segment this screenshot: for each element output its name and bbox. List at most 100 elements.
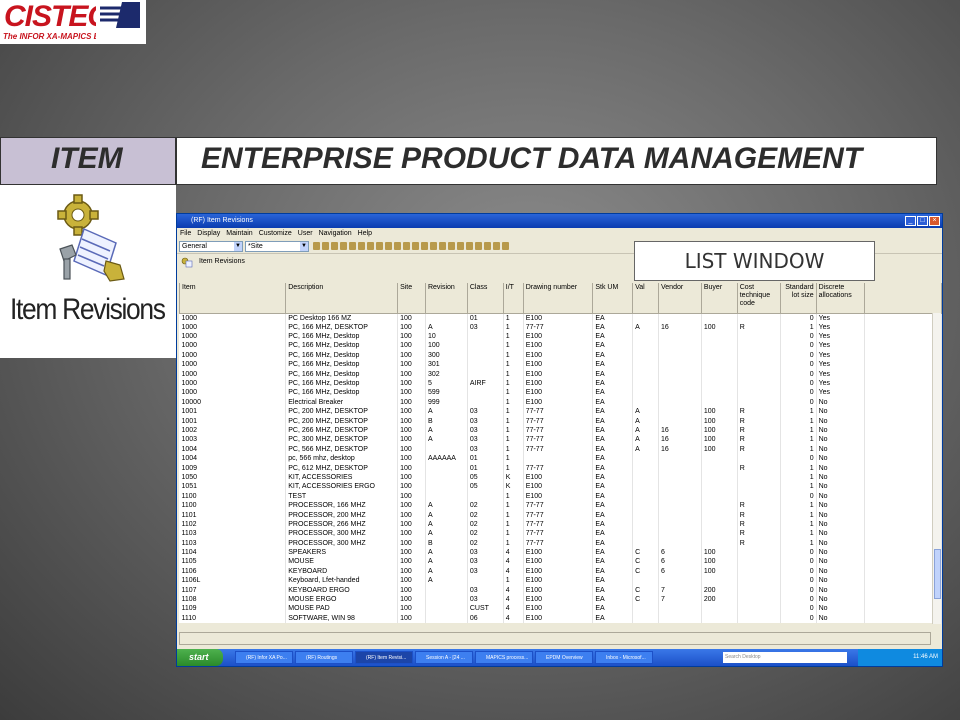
table-row[interactable]: 1002 PC, 266 MHZ, DESKTOP 100 A 03 1 77-77 EA A 1… [179,425,943,436]
window-titlebar[interactable]: (RF) Item Revisions _ □ × [177,214,942,228]
menu-customize[interactable]: Customize [259,228,292,239]
column-header[interactable]: I/T [502,283,524,314]
table-row[interactable]: 1100 TEST 100 1 E100 EA 0 No [179,491,943,501]
table-row[interactable]: 1000 PC, 166 MHz, Desktop 100 301 1 E100 EA 0 Ye… [179,360,943,370]
site-select[interactable]: *Site ▼ [245,241,309,252]
delete-icon[interactable] [385,242,392,250]
find-icon[interactable] [313,242,320,250]
settings-icon[interactable] [475,242,482,250]
menu-file[interactable]: File [180,228,191,239]
check-icon[interactable] [493,242,500,250]
menu-display[interactable]: Display [197,228,220,239]
column-header[interactable]: Standard lot size [779,283,817,314]
column-header[interactable]: Site [397,283,426,314]
sort-icon[interactable] [331,242,338,250]
new-icon[interactable] [358,242,365,250]
column-header[interactable]: Revision [424,283,468,314]
table-row[interactable]: 1103 PROCESSOR, 300 MHZ 100 B 02 1 77-77 EA R 1 No [179,538,943,548]
chevron-down-icon[interactable]: ▼ [300,242,308,251]
column-header[interactable]: Item [178,283,287,314]
route-icon[interactable] [457,242,464,250]
table-row[interactable]: 1109 MOUSE PAD 100 CUST 4 E100 EA 0 No [179,604,943,614]
table-row[interactable]: 1105 MOUSE 100 A 03 4 E100 EA C 6 100 0 No [179,557,943,567]
table-cell: 02 [467,538,504,548]
flag-icon[interactable] [439,242,446,250]
table-row[interactable]: 1000 PC, 166 MHz, Desktop 100 300 1 E100 EA 0 Ye… [179,350,943,361]
column-header[interactable]: Val [632,283,659,314]
table-row[interactable]: 1000 PC, 166 MHz, Desktop 100 5 AIRF 1 E100 EA 0… [179,378,943,389]
table-row[interactable]: 1106L Keyboard, Lfet-handed 100 A 1 E100 EA 0 No [179,576,943,586]
link-icon[interactable] [421,242,428,250]
close-button[interactable]: × [929,216,940,226]
menu-user[interactable]: User [298,228,313,239]
column-header[interactable]: Stk UM [592,283,634,314]
filter-icon[interactable] [322,242,329,250]
table-cell: No [816,529,865,539]
taskbar-task[interactable]: (RF) Item Revisi... [355,651,413,664]
table-row[interactable]: 1000 PC, 166 MHZ, DESKTOP 100 A 03 1 77-77 EA A 1… [179,322,943,332]
vertical-scrollbar[interactable] [932,313,941,624]
column-header[interactable]: Cost technique code [736,283,781,314]
table-row[interactable]: 1004 PC, 566 MHZ, DESKTOP 100 03 1 77-77 EA A 16… [179,444,943,454]
table-row[interactable]: 1000 PC, 166 MHz, Desktop 100 10 1 E100 EA 0 Yes [179,331,943,342]
star-icon[interactable] [466,242,473,250]
table-row[interactable]: 1000 PC, 166 MHz, Desktop 100 599 1 E100 EA 0 Ye… [179,388,943,398]
table-row[interactable]: 1106 KEYBOARD 100 A 03 4 E100 EA C 6 100 0 No [179,566,943,577]
edit-icon[interactable] [367,242,374,250]
table-row[interactable]: 1107 KEYBOARD ERGO 100 03 4 E100 EA C 7 200 0 No [179,585,943,595]
table-cell: No [816,425,865,436]
maximize-button[interactable]: □ [917,216,928,226]
table-row[interactable]: 1101 PROCESSOR, 200 MHZ 100 A 02 1 77-77 EA R 1 No [179,510,943,520]
calendar-icon[interactable] [484,242,491,250]
print-icon[interactable] [349,242,356,250]
column-header[interactable]: Vendor [658,283,702,314]
table-row[interactable]: 1051 KIT, ACCESSORIES ERGO 100 05 K E100 EA 1 No [179,482,943,492]
chevron-down-icon[interactable]: ▼ [234,242,242,251]
taskbar-task[interactable]: Inbox - Microsof... [595,651,653,664]
table-cell: R [737,444,781,454]
menu-help[interactable]: Help [358,228,372,239]
table-row[interactable]: 1110 SOFTWARE, WIN 98 100 06 4 E100 EA 0 No [179,613,943,623]
column-header[interactable]: Drawing number [522,283,594,314]
table-row[interactable]: 1001 PC, 200 MHZ, DESKTOP 100 A 03 1 77-77 EA A 1… [179,407,943,417]
table-row[interactable]: 1103 PROCESSOR, 300 MHZ 100 A 02 1 77-77 EA R 1 No [179,529,943,539]
view-select[interactable]: General ▼ [179,241,243,252]
tree-icon[interactable] [430,242,437,250]
table-row[interactable]: 1004 pc, 566 mhz, desktop 100 AAAAAA 01 1 EA 0 N… [179,453,943,464]
desktop-search-input[interactable]: Search Desktop [723,652,847,663]
table-row[interactable]: 1050 KIT, ACCESSORIES 100 05 K E100 EA 1 No [179,472,943,483]
column-header[interactable]: Buyer [700,283,738,314]
table-row[interactable]: 1000 PC Desktop 166 MZ 100 01 1 E100 EA 0 Yes [179,313,943,323]
menu-maintain[interactable]: Maintain [226,228,252,239]
close-list-icon[interactable] [502,242,509,250]
table-row[interactable]: 10000 Electrical Breaker 100 999 1 E100 EA 0 No [179,397,943,408]
table-row[interactable]: 1100 PROCESSOR, 166 MHZ 100 A 02 1 77-77 EA R 1 No [179,500,943,511]
folder-icon[interactable] [340,242,347,250]
column-header[interactable]: Discrete allocations [815,283,865,314]
table-row[interactable]: 1104 SPEAKERS 100 A 03 4 E100 EA C 6 100 0 No [179,547,943,558]
properties-icon[interactable] [394,242,401,250]
table-row[interactable]: 1000 PC, 166 MHz, Desktop 100 100 1 E100 EA 0 Ye… [179,341,943,351]
table-row[interactable]: 1003 PC, 300 MHZ, DESKTOP 100 A 03 1 77-77 EA A 1… [179,435,943,445]
taskbar-task[interactable]: MAPICS process... [475,651,533,664]
table-row[interactable]: 1102 PROCESSOR, 266 MHZ 100 A 02 1 77-77 EA R 1 No [179,519,943,530]
table-cell-filler [864,453,943,464]
tag-icon[interactable] [448,242,455,250]
taskbar-task[interactable]: (RF) Infor XA Po... [235,651,293,664]
taskbar-task[interactable]: (RF) Routings [295,651,353,664]
scrollbar-thumb[interactable] [934,549,941,599]
export-icon[interactable] [412,242,419,250]
refresh-icon[interactable] [403,242,410,250]
taskbar-task[interactable]: Session A - [24 ... [415,651,473,664]
taskbar-task[interactable]: EPDM Overview [535,651,593,664]
minimize-button[interactable]: _ [905,216,916,226]
column-header[interactable]: Description [285,283,399,314]
menu-navigation[interactable]: Navigation [319,228,352,239]
table-row[interactable]: 1001 PC, 200 MHZ, DESKTOP 100 B 03 1 77-77 EA A 1… [179,416,943,426]
table-row[interactable]: 1000 PC, 166 MHz, Desktop 100 302 1 E100 EA 0 Ye… [179,369,943,379]
start-button[interactable]: start [177,649,223,666]
table-row[interactable]: 1108 MOUSE ERGO 100 03 4 E100 EA C 7 200 0 No [179,594,943,605]
column-header[interactable]: Class [466,283,504,314]
copy-icon[interactable] [376,242,383,250]
table-row[interactable]: 1009 PC, 612 MHZ, DESKTOP 100 01 1 77-77 EA R 1 N… [179,463,943,473]
